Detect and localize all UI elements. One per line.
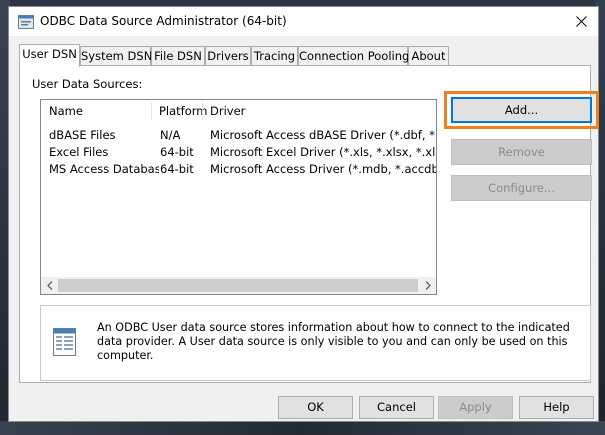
title-bar[interactable]: ODBC Data Source Administrator (64-bit) [9,7,598,36]
ok-button[interactable]: OK [278,396,353,419]
horizontal-scrollbar[interactable] [41,277,436,294]
column-header-platform[interactable]: Platform [151,100,208,122]
chevron-left-icon[interactable] [41,277,58,294]
close-icon [575,16,587,27]
user-dsn-panel: User Data Sources: Name Platform Driver … [19,65,599,383]
close-button[interactable] [564,7,598,36]
cell-platform: 64-bit [160,162,194,176]
user-data-sources-label: User Data Sources: [32,77,143,91]
scrollbar-thumb[interactable] [58,279,418,292]
cell-driver: Microsoft Excel Driver (*.xls, *.xlsx, *… [210,145,436,159]
cell-name: dBASE Files [49,128,116,142]
add-button[interactable]: Add... [451,97,592,123]
odbc-app-icon [18,15,34,29]
cancel-button[interactable]: Cancel [359,396,434,419]
tab-user-dsn[interactable]: User DSN [19,44,80,67]
cell-driver: Microsoft Access Driver (*.mdb, *.accdb) [210,162,436,176]
configure-button[interactable]: Configure... [451,175,592,201]
window-title: ODBC Data Source Administrator (64-bit) [40,14,287,28]
chevron-right-icon[interactable] [419,277,436,294]
cell-platform: N/A [160,128,181,142]
tab-connection-pooling[interactable]: Connection Pooling [298,46,409,66]
apply-button[interactable]: Apply [438,396,513,419]
document-info-icon [49,326,81,358]
odbc-dialog-window: ODBC Data Source Administrator (64-bit) … [8,6,599,422]
list-row-excel[interactable]: Excel Files 64-bit Microsoft Excel Drive… [41,144,436,161]
cell-platform: 64-bit [160,145,194,159]
column-header-driver[interactable]: Driver [202,100,436,122]
tab-about[interactable]: About [408,46,449,66]
column-header-name[interactable]: Name [41,100,151,122]
tab-system-dsn[interactable]: System DSN [80,46,152,66]
list-row-dbase[interactable]: dBASE Files N/A Microsoft Access dBASE D… [41,127,436,144]
cell-driver: Microsoft Access dBASE Driver (*.dbf, *.… [210,128,436,142]
remove-button[interactable]: Remove [451,139,592,165]
cell-name: Excel Files [49,145,109,159]
tab-drivers[interactable]: Drivers [205,46,251,66]
cell-name: MS Access Database [49,162,159,176]
tab-file-dsn[interactable]: File DSN [151,46,205,66]
tab-tracing[interactable]: Tracing [251,46,298,66]
info-description: An ODBC User data source stores informat… [97,321,570,362]
list-row-ms-access[interactable]: MS Access Database 64-bit Microsoft Acce… [41,161,436,178]
data-sources-list[interactable]: Name Platform Driver dBASE Files N/A Mic… [40,99,437,295]
info-panel: An ODBC User data source stores informat… [40,305,591,381]
help-button[interactable]: Help [519,396,594,419]
desktop-background-bottom [0,421,605,435]
